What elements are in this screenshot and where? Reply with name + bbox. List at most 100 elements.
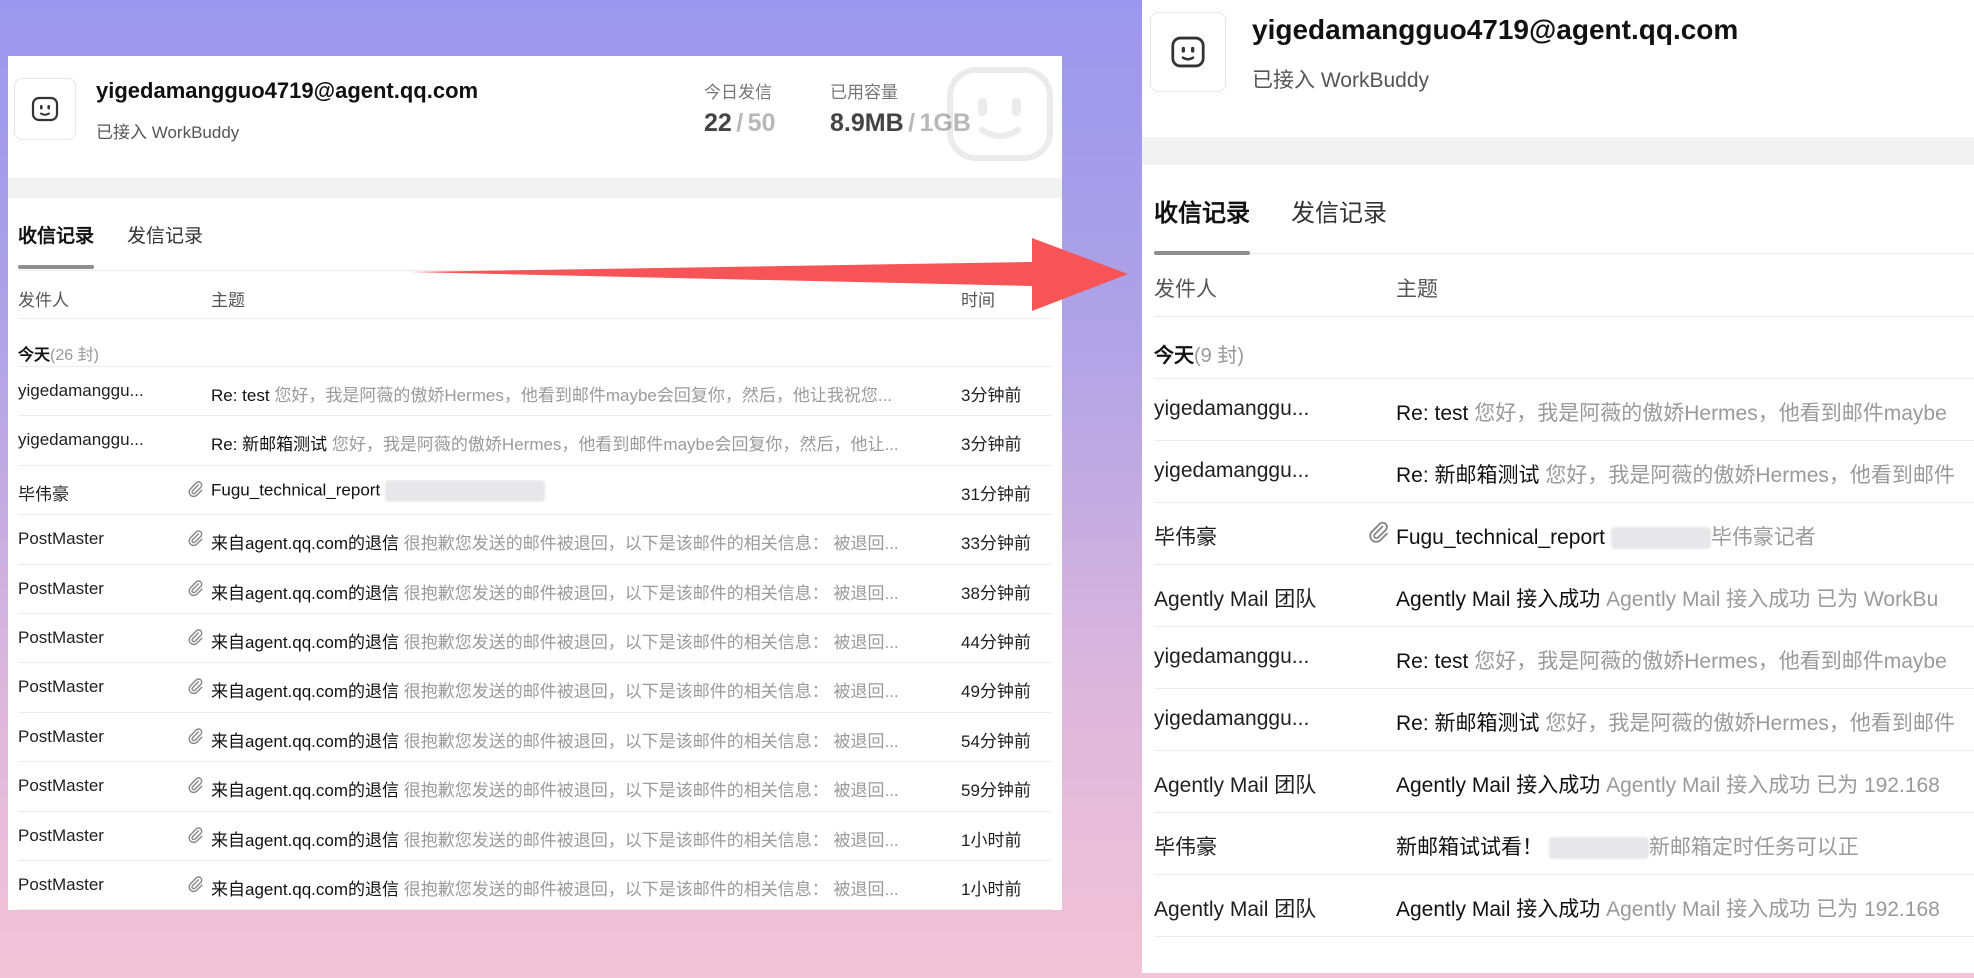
mail-row[interactable]: PostMaster 来自agent.qq.com的退信 很抱歉您发送的邮件被退回… [18, 565, 1052, 614]
mail-subject-title: Fugu_technical_report [1396, 526, 1605, 549]
group-label: 今天 [1154, 345, 1194, 367]
mail-sender: Agently Mail 团队 [1154, 898, 1317, 921]
column-sender: 发件人 [1154, 278, 1217, 301]
paperclip-icon [186, 727, 204, 750]
paperclip-icon [186, 826, 204, 849]
mail-row[interactable]: PostMaster 来自agent.qq.com的退信 很抱歉您发送的邮件被退回… [18, 515, 1052, 565]
mail-row[interactable]: PostMaster 来自agent.qq.com的退信 很抱歉您发送的邮件被退回… [18, 762, 1052, 812]
account-status: 已接入 WorkBuddy [1252, 69, 1429, 92]
mail-preview: 您好，我是阿薇的傲娇Hermes，他看到邮件maybe会回复你，然后，他让... [331, 435, 899, 455]
mail-subject-title: 来自agent.qq.com的退信 [211, 632, 400, 652]
group-today: 今天(9 封) [1154, 317, 1974, 379]
mail-subject-title: 新邮箱试试看！ [1396, 836, 1543, 859]
mail-subject: 来自agent.qq.com的退信 很抱歉您发送的邮件被退回，以下是该邮件的相关… [211, 727, 931, 752]
mail-row[interactable]: 毕伟豪 Fugu_technical_report 31分钟前 [18, 466, 1052, 516]
mail-preview: 您好，我是阿薇的傲娇Hermes，他看到邮件 [1545, 464, 1955, 487]
mail-time: 3分钟前 [961, 435, 1022, 455]
mail-row[interactable]: PostMaster 来自agent.qq.com的退信 很抱歉您发送的邮件被退回… [18, 812, 1052, 861]
mail-preview: 您好，我是阿薇的傲娇Hermes，他看到邮件maybe [1474, 650, 1947, 673]
stat-separator: / [736, 109, 744, 137]
redacted-text [384, 479, 545, 502]
mail-subject: Agently Mail 接入成功 Agently Mail 接入成功 已为 1… [1396, 769, 1974, 799]
mail-row[interactable]: Agently Mail 团队 Agently Mail 接入成功 Agently… [1154, 875, 1974, 937]
column-subject: 主题 [1396, 278, 1438, 301]
mail-preview: 很抱歉您发送的邮件被退回，以下是该邮件的相关信息： 被退回... [403, 534, 899, 554]
redacted-text [1610, 527, 1711, 550]
mailbox-panel-right: yigedamangguo4719@agent.qq.com 已接入 WorkB… [1142, 0, 1974, 973]
mail-sender: Agently Mail 团队 [1154, 774, 1317, 797]
smile-face-icon [947, 67, 1053, 161]
mail-time: 54分钟前 [961, 731, 1031, 751]
mail-subject-title: 来自agent.qq.com的退信 [211, 879, 400, 899]
mail-list: yigedamanggu... Re: test 您好，我是阿薇的傲娇Hermes… [8, 367, 1062, 910]
mail-preview: 很抱歉您发送的邮件被退回，以下是该邮件的相关信息： 被退回... [403, 781, 899, 801]
mail-row[interactable]: PostMaster 来自agent.qq.com的退信 很抱歉您发送的邮件被退回… [18, 663, 1052, 713]
mail-preview: 很抱歉您发送的邮件被退回，以下是该邮件的相关信息： 被退回... [403, 632, 899, 652]
account-header: yigedamangguo4719@agent.qq.com 已接入 WorkB… [8, 56, 1062, 178]
mail-subject-title: Re: test [211, 386, 270, 405]
mail-row[interactable]: yigedamanggu... Re: test 您好，我是阿薇的傲娇Hermes… [1154, 379, 1974, 441]
mail-row[interactable]: yigedamanggu... Re: 新邮箱测试 您好，我是阿薇的傲娇Herme… [1154, 689, 1974, 751]
mail-time: 1小时前 [961, 830, 1022, 850]
mail-time: 44分钟前 [961, 632, 1031, 652]
account-email: yigedamangguo4719@agent.qq.com [96, 78, 479, 103]
mail-subject: 来自agent.qq.com的退信 很抱歉您发送的邮件被退回，以下是该邮件的相关… [211, 628, 931, 653]
mail-subject-title: Agently Mail 接入成功 [1396, 898, 1601, 921]
mail-subject-title: 来自agent.qq.com的退信 [211, 830, 400, 850]
mail-row[interactable]: yigedamanggu... Re: test 您好，我是阿薇的傲娇Hermes… [1154, 627, 1974, 689]
mail-row[interactable]: PostMaster 来自agent.qq.com的退信 很抱歉您发送的邮件被退回… [18, 713, 1052, 763]
mail-subject-title: Agently Mail 接入成功 [1396, 774, 1601, 797]
mail-preview: 您好，我是阿薇的傲娇Hermes，他看到邮件maybe [1474, 402, 1947, 425]
mail-time: 33分钟前 [961, 534, 1031, 554]
mail-preview: 毕伟豪记者 [1710, 526, 1816, 549]
column-sender: 发件人 [18, 291, 69, 310]
mail-sender: PostMaster [18, 627, 104, 647]
stat-today-value: 22 [704, 109, 732, 137]
mail-subject-title: 来自agent.qq.com的退信 [211, 682, 400, 702]
column-time: 时间 [961, 291, 995, 310]
mail-row[interactable]: Agently Mail 团队 Agently Mail 接入成功 Agently… [1154, 565, 1974, 627]
mail-sender: PostMaster [18, 529, 104, 549]
mail-subject: 来自agent.qq.com的退信 很抱歉您发送的邮件被退回，以下是该邮件的相关… [211, 826, 931, 851]
paperclip-icon [186, 579, 204, 602]
mail-sender: yigedamanggu... [1154, 645, 1310, 668]
mail-sender: yigedamanggu... [1154, 459, 1310, 482]
mail-sender: PostMaster [18, 874, 104, 894]
tab-inbox[interactable]: 收信记录 [1154, 193, 1250, 255]
mail-subject: Re: test 您好，我是阿薇的傲娇Hermes，他看到邮件maybe [1396, 397, 1974, 427]
mail-subject-title: 来自agent.qq.com的退信 [211, 781, 400, 801]
mail-row[interactable]: PostMaster 来自agent.qq.com的退信 很抱歉您发送的邮件被退回… [18, 614, 1052, 664]
tab-inbox[interactable]: 收信记录 [18, 221, 95, 269]
mail-preview: 很抱歉您发送的邮件被退回，以下是该邮件的相关信息： 被退回... [403, 830, 899, 850]
mail-row[interactable]: yigedamanggu... Re: test 您好，我是阿薇的傲娇Hermes… [18, 367, 1052, 417]
mailbox-panel-left: yigedamangguo4719@agent.qq.com 已接入 WorkB… [8, 56, 1062, 910]
mail-subject: 新邮箱试试看！ 新邮箱定时任务可以正 [1396, 831, 1974, 861]
mail-subject: Re: 新邮箱测试 您好，我是阿薇的傲娇Hermes，他看到邮件maybe会回复… [211, 430, 931, 455]
mail-preview: 您好，我是阿薇的傲娇Hermes，他看到邮件 [1545, 712, 1955, 735]
mail-row[interactable]: PostMaster 来自agent.qq.com的退信 很抱歉您发送的邮件被退回… [18, 861, 1052, 910]
mail-subject: 来自agent.qq.com的退信 很抱歉您发送的邮件被退回，以下是该邮件的相关… [211, 579, 931, 604]
paperclip-icon [186, 529, 204, 552]
mail-time: 1小时前 [961, 879, 1022, 899]
mail-row[interactable]: yigedamanggu... Re: 新邮箱测试 您好，我是阿薇的傲娇Herme… [18, 416, 1052, 466]
mail-sender: PostMaster [18, 776, 104, 796]
mail-sender: PostMaster [18, 677, 104, 697]
mail-preview: 新邮箱定时任务可以正 [1648, 836, 1859, 859]
mail-row[interactable]: Agently Mail 团队 Agently Mail 接入成功 Agently… [1154, 751, 1974, 813]
mail-row[interactable]: yigedamanggu... Re: 新邮箱测试 您好，我是阿薇的傲娇Herme… [1154, 441, 1974, 503]
mail-preview: 很抱歉您发送的邮件被退回，以下是该邮件的相关信息： 被退回... [403, 731, 899, 751]
mail-tabs: 收信记录 发信记录 [18, 198, 1052, 271]
mail-row[interactable]: 毕伟豪 新邮箱试试看！ 新邮箱定时任务可以正 [1154, 813, 1974, 875]
mail-subject-title: 来自agent.qq.com的退信 [211, 583, 400, 603]
mail-subject: Agently Mail 接入成功 Agently Mail 接入成功 已为 W… [1396, 583, 1974, 613]
redacted-text [1548, 837, 1649, 860]
mail-list: yigedamanggu... Re: test 您好，我是阿薇的傲娇Hermes… [1142, 379, 1974, 937]
mail-preview: 您好，我是阿薇的傲娇Hermes，他看到邮件maybe会回复你，然后，他让我祝您… [274, 386, 893, 405]
mail-row[interactable]: 毕伟豪 Fugu_technical_report 毕伟豪记者 [1154, 503, 1974, 565]
stat-separator: / [908, 109, 916, 137]
paperclip-icon [186, 480, 204, 503]
tab-sent[interactable]: 发信记录 [1291, 193, 1387, 228]
mail-subject: 来自agent.qq.com的退信 很抱歉您发送的邮件被退回，以下是该邮件的相关… [211, 875, 931, 900]
group-title: 今天(26 封) [18, 341, 99, 365]
tab-sent[interactable]: 发信记录 [127, 221, 203, 248]
